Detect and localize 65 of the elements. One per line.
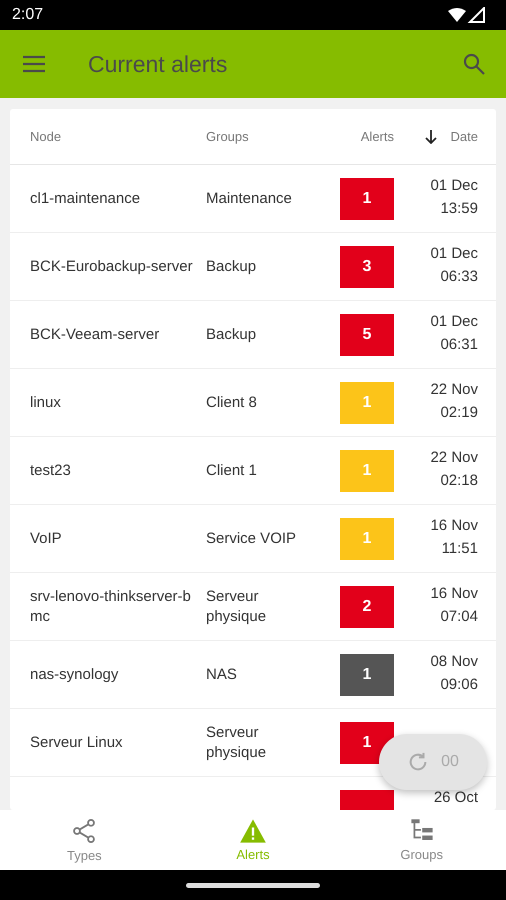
alert-row[interactable]: linux Client 8 1 22 Nov 02:19 (10, 369, 496, 437)
search-icon[interactable] (462, 52, 486, 76)
alert-date: 22 Nov (430, 380, 478, 400)
group-name: Backup (206, 256, 258, 276)
alert-date: 01 Dec (430, 244, 478, 264)
group-name: Maintenance (206, 188, 293, 208)
alert-count: 1 (340, 518, 394, 560)
node-name: linux (30, 392, 62, 412)
alert-count: 1 (340, 450, 394, 492)
alert-date: 01 Dec (430, 176, 478, 196)
nav-tab[interactable]: Groups (337, 810, 506, 870)
group-name: Backup (206, 324, 258, 344)
group-name: Serveur physique (206, 586, 268, 626)
alert-count: 1 (340, 382, 394, 424)
app-title: Current alerts (88, 50, 228, 78)
menu-icon[interactable] (22, 55, 46, 73)
column-header[interactable]: Groups (206, 129, 249, 144)
alert-time: 11:51 (442, 539, 478, 559)
alert-date: 26 Oct (434, 788, 478, 808)
nav-tab[interactable]: Types (0, 810, 169, 870)
alert-time: 09:06 (440, 675, 478, 695)
alert-date: 16 Nov (430, 584, 478, 604)
alert-time: 13:59 (440, 199, 478, 219)
node-name: Serveur Linux (30, 732, 124, 752)
alert-row[interactable]: BCK-Eurobackup-server Backup 3 01 Dec 06:33 (10, 233, 496, 301)
alert-time: 06:33 (440, 267, 478, 287)
node-name: nas-synology (30, 664, 120, 684)
alert-row[interactable]: test23 Client 1 1 22 Nov 02:18 (10, 437, 496, 505)
alert-date: 08 Nov (430, 652, 478, 672)
group-name: Client 1 (206, 460, 258, 480)
alert-count: 5 (340, 314, 394, 356)
alert-date: 22 Nov (430, 448, 478, 468)
alert-time: 07:04 (440, 607, 478, 627)
node-name: srv-lenovo-thinkserver-bmc (30, 586, 192, 626)
alert-count: 1 (340, 178, 394, 220)
node-name: VoIP (30, 528, 63, 548)
alert-date: 01 Dec (430, 312, 478, 332)
sort-down-icon (424, 130, 437, 144)
home-handle[interactable] (186, 882, 320, 888)
group-name: Serveur physique (206, 722, 268, 762)
alert-count: 1 (340, 654, 394, 696)
alert-count: 2 (340, 586, 394, 628)
alert-row[interactable]: VoIP Service VOIP 1 16 Nov 11:51 (10, 505, 496, 573)
warning-icon (239, 818, 267, 844)
column-header[interactable]: Alerts (360, 129, 394, 144)
group-name: Client 8 (206, 392, 258, 412)
alert-row[interactable]: BCK-Veeam-server Backup 5 01 Dec 06:31 (10, 301, 496, 369)
alert-date: 16 Nov (430, 516, 478, 536)
column-header[interactable]: Node (30, 129, 62, 144)
alert-row[interactable]: nas-synology NAS 1 08 Nov 09:06 (10, 641, 496, 709)
alert-row[interactable]: cl1-maintenance Maintenance 1 01 Dec 13:59 (10, 165, 496, 233)
node-name: test23 (30, 460, 72, 480)
alert-count: 3 (340, 246, 394, 288)
group-name: Service VOIP (206, 528, 298, 548)
node-name: BCK-Veeam-server (30, 324, 160, 344)
group-name: NAS (206, 664, 238, 684)
status-time: 2:07 (12, 6, 44, 24)
alert-row[interactable]: srv-lenovo-thinkserver-bmc Serveur physique 2 16 Nov 07:04 (10, 573, 496, 641)
alert-time: 02:19 (440, 403, 478, 423)
node-name: BCK-Eurobackup-server (30, 256, 194, 276)
alert-time: 02:18 (440, 471, 478, 491)
alert-time: 06:31 (440, 335, 478, 355)
column-header[interactable]: Date (424, 129, 478, 144)
node-name: cl1-maintenance (30, 188, 142, 208)
refresh-icon (407, 751, 430, 773)
